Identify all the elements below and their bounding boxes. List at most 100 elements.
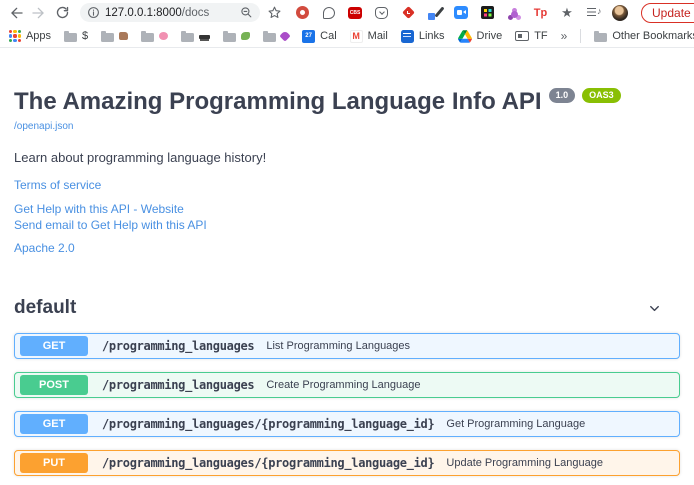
section-header-default[interactable]: default [14,297,680,319]
other-bookmarks-button[interactable]: Other Bookmarks [594,30,694,42]
reload-icon [55,5,70,20]
endpoint-path: /programming_languages [102,339,254,353]
bookmark-tf[interactable]: TF [515,30,547,42]
url-text: 127.0.0.1:8000/docs [105,7,209,19]
zoom-out-icon[interactable] [240,6,253,19]
forward-button[interactable] [30,4,48,22]
oas3-badge: OAS3 [582,88,621,103]
bookmark-label: Mail [368,30,388,42]
endpoint-summary: Create Programming Language [266,379,420,391]
help-email-link[interactable]: Send email to Get Help with this API [14,218,680,232]
profile-avatar[interactable] [612,5,628,21]
bookmark-label: TF [534,30,547,42]
endpoint-summary: List Programming Languages [266,340,410,352]
purple-heart-emoji-icon [279,30,290,41]
card-icon [515,31,529,41]
bookmark-calendar[interactable]: 27 Cal [302,30,337,43]
openapi-spec-link[interactable]: /openapi.json [14,121,74,132]
help-website-link[interactable]: Get Help with this API - Website [14,202,680,216]
endpoints-list: GET /programming_languages List Programm… [14,333,680,485]
update-button[interactable]: Update [641,3,694,23]
bookmarks-divider [580,29,581,43]
bookmark-label: Links [419,30,445,42]
method-badge: GET [20,414,88,434]
lizard-emoji-icon [241,32,250,40]
swagger-page: The Amazing Programming Language Info AP… [0,48,694,485]
bookmark-star-button[interactable] [265,4,283,22]
method-badge: PUT [20,453,88,473]
api-links: Terms of service Get Help with this API … [14,178,680,255]
folder-icon [263,33,276,42]
url-host: 127.0.0.1:8000 [105,7,182,19]
brain-emoji-icon [159,32,168,40]
bookmark-folder-brain[interactable] [141,31,168,42]
apps-grid-icon [9,30,21,42]
bookmark-apps[interactable]: Apps [9,30,51,42]
folder-icon [101,33,114,42]
folder-icon [594,33,607,42]
endpoint-summary: Update Programming Language [446,457,603,469]
forward-icon [31,5,47,21]
pocket-extension-icon[interactable] [374,5,390,21]
browser-toolbar: 127.0.0.1:8000/docs CBS Tp ★ Update [0,0,694,25]
bookmark-label: Other Bookmarks [612,30,694,42]
pixel-art-extension-icon[interactable] [480,5,496,21]
endpoint-summary: Get Programming Language [446,418,585,430]
extension-icons: CBS Tp ★ [294,5,628,21]
tampermonkey-extension-icon[interactable]: Tp [533,5,549,21]
api-description: Learn about programming language history… [14,150,680,165]
bookmark-links[interactable]: Links [401,30,445,43]
version-badge: 1.0 [549,88,576,103]
video-call-extension-icon[interactable] [453,5,469,21]
bookmarks-bar: Apps $ 27 Cal M Mail Links Drive [0,25,694,48]
endpoint-row[interactable]: GET /programming_languages/{programming_… [14,411,680,437]
endpoint-row[interactable]: PUT /programming_languages/{programming_… [14,450,680,476]
license-link[interactable]: Apache 2.0 [14,241,680,255]
terms-of-service-link[interactable]: Terms of service [14,178,680,192]
update-label: Update [652,6,691,20]
method-badge: POST [20,375,88,395]
bookmark-label: $ [82,30,88,42]
endpoint-row[interactable]: GET /programming_languages List Programm… [14,333,680,359]
folder-icon [223,33,236,42]
playlist-extension-icon[interactable] [586,5,602,21]
red-circle-extension-icon[interactable] [294,5,310,21]
red-diamond-extension-icon[interactable] [400,5,416,21]
page-info-icon[interactable] [87,6,100,19]
bookmark-label: Apps [26,30,51,42]
bookmark-drive[interactable]: Drive [458,30,503,43]
back-button[interactable] [7,4,25,22]
method-badge: GET [20,336,88,356]
folder-icon [141,33,154,42]
links-icon [401,30,414,43]
calendar-icon: 27 [302,30,315,43]
bookmark-mail[interactable]: M Mail [350,30,388,43]
purple-flower-extension-icon[interactable] [506,5,522,21]
gray-star-extension-icon[interactable]: ★ [559,5,575,21]
graduation-cap-emoji-icon [199,35,210,39]
endpoint-row[interactable]: POST /programming_languages Create Progr… [14,372,680,398]
reload-button[interactable] [53,4,71,22]
horse-emoji-icon [119,32,128,40]
cbs-extension-icon[interactable]: CBS [347,5,363,21]
folder-icon [181,33,194,42]
color-picker-extension-icon[interactable] [427,5,443,21]
bookmark-folder-heart[interactable] [263,31,289,42]
back-icon [8,5,24,21]
bookmark-folder-horse[interactable] [101,31,128,42]
api-title-text: The Amazing Programming Language Info AP… [14,88,542,116]
bookmark-folder-dollar[interactable]: $ [64,30,88,42]
overflow-chevron-icon: » [561,29,568,43]
bookmark-folder-graduation[interactable] [181,31,210,42]
endpoint-path: /programming_languages/{programming_lang… [102,417,434,431]
chat-bubble-extension-icon[interactable] [321,5,337,21]
url-path: /docs [182,7,210,19]
bookmarks-overflow-button[interactable]: » [561,29,568,43]
bookmark-folder-lizard[interactable] [223,31,250,42]
address-bar[interactable]: 127.0.0.1:8000/docs [80,3,260,22]
chevron-down-icon[interactable] [647,301,662,316]
bookmark-star-icon [267,5,282,20]
gmail-icon: M [350,30,363,43]
drive-icon [458,30,472,43]
endpoint-path: /programming_languages/{programming_lang… [102,456,434,470]
